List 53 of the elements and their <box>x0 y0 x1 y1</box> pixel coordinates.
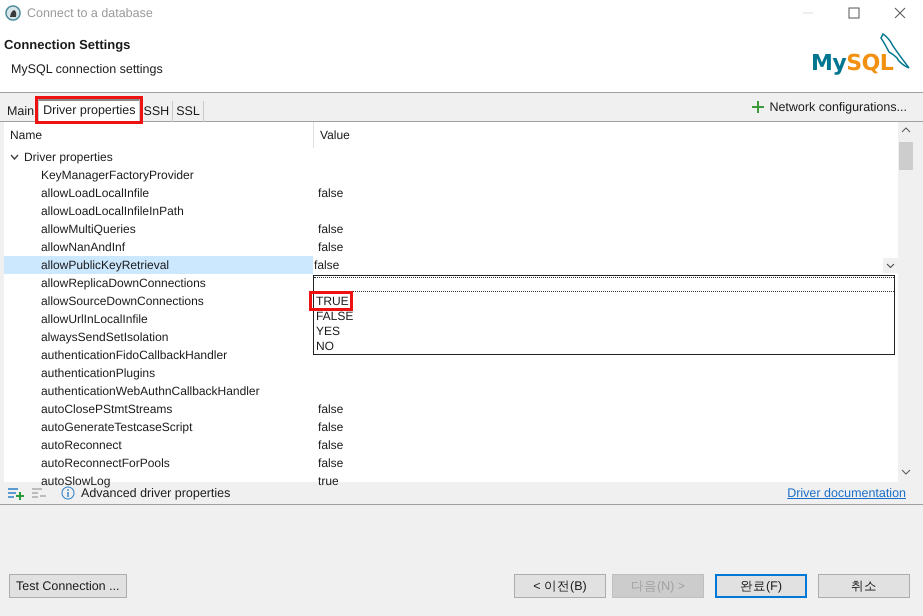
property-name[interactable]: allowReplicaDownConnections <box>4 274 313 292</box>
maximize-icon[interactable] <box>848 7 860 19</box>
close-icon[interactable] <box>894 7 906 19</box>
property-name[interactable]: allowLoadLocalInfileInPath <box>4 202 313 220</box>
property-name[interactable]: authenticationFidoCallbackHandler <box>4 346 313 364</box>
property-value: false <box>318 186 344 200</box>
dropdown-option[interactable]: YES <box>314 324 340 339</box>
property-name[interactable]: allowSourceDownConnections <box>4 292 313 310</box>
dropdown-option[interactable]: FALSE <box>314 309 354 324</box>
info-icon <box>61 486 75 500</box>
property-value: false <box>318 402 344 416</box>
column-header: Name <box>9 128 44 142</box>
add-property-icon[interactable] <box>8 486 24 500</box>
property-name[interactable]: authenticationWebAuthnCallbackHandler <box>4 382 313 400</box>
property-name[interactable]: allowPublicKeyRetrieval <box>4 256 313 274</box>
property-name[interactable]: autoReconnect <box>4 436 313 454</box>
property-name[interactable]: autoClosePStmtStreams <box>4 400 313 418</box>
property-value: false <box>318 456 344 470</box>
chevron-icon[interactable] <box>10 152 19 162</box>
dialog-button[interactable]: 취소 <box>818 574 910 598</box>
mysql-logo: MySQL <box>811 32 911 84</box>
focus-row[interactable] <box>314 277 894 292</box>
value-dropdown[interactable]: false <box>313 256 898 274</box>
dialog-button[interactable]: 완료(F) <box>715 574 807 598</box>
driver-documentation-link[interactable]: Driver documentation <box>787 486 906 500</box>
dialog-button[interactable]: Test Connection ... <box>9 574 127 598</box>
window-title: Connect to a database <box>27 6 154 20</box>
property-name[interactable]: alwaysSendSetIsolation <box>4 328 313 346</box>
tab[interactable]: Driver properties <box>38 98 140 122</box>
property-value: false <box>318 222 344 236</box>
info-text: Advanced driver properties <box>81 486 230 500</box>
dropdown-option[interactable]: NO <box>314 339 334 354</box>
dialog-button[interactable]: < 이전(B) <box>514 574 606 598</box>
property-name[interactable]: allowMultiQueries <box>4 220 313 238</box>
property-name[interactable]: allowUrlInLocalInfile <box>4 310 313 328</box>
property-name[interactable]: allowLoadLocalInfile <box>4 184 313 202</box>
property-value: false <box>318 240 344 254</box>
page-title: Connection Settings <box>4 37 130 52</box>
network-configurations-button[interactable]: Network configurations... <box>752 100 907 114</box>
property-value: true <box>318 474 339 488</box>
app-icon <box>5 5 21 21</box>
property-value: false <box>318 438 344 452</box>
plus-icon <box>752 101 764 113</box>
property-name[interactable]: authenticationPlugins <box>4 364 313 382</box>
page-subtitle: MySQL connection settings <box>11 62 163 76</box>
chevron-icon <box>883 258 898 272</box>
property-value: false <box>318 420 344 434</box>
group-label: Driver properties <box>24 149 113 166</box>
property-name[interactable]: allowNanAndInf <box>4 238 313 256</box>
property-name[interactable]: KeyManagerFactoryProvider <box>4 166 313 184</box>
property-name[interactable]: autoReconnectForPools <box>4 454 313 472</box>
property-name[interactable]: autoGenerateTestcaseScript <box>4 418 313 436</box>
dropdown-option[interactable]: TRUE <box>314 294 349 309</box>
